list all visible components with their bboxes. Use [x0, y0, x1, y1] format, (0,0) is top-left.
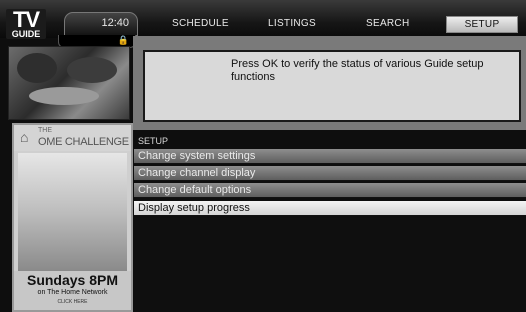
ad-photo: [18, 153, 127, 271]
ad-title-big: OME CHALLENGE: [38, 136, 129, 148]
clock-time: 12:40: [101, 17, 129, 29]
lock-icon: 🔒: [117, 35, 129, 45]
info-panel: Press OK to verify the status of various…: [133, 36, 526, 130]
info-message: Press OK to verify the status of various…: [231, 58, 484, 83]
ad-bottom: Sundays 8PM on The Home Network CLICK HE…: [14, 271, 131, 310]
setup-item-display-progress[interactable]: Display setup progress: [134, 201, 526, 216]
ad-cta[interactable]: CLICK HERE: [14, 299, 131, 305]
tv-guide-logo: TV GUIDE: [6, 7, 46, 39]
info-box: Press OK to verify the status of various…: [143, 50, 521, 122]
ad-network: on The Home Network: [37, 289, 108, 296]
menu-search[interactable]: SEARCH: [366, 18, 409, 29]
setup-item-default-options[interactable]: Change default options: [134, 183, 526, 198]
house-icon: ⌂: [20, 129, 29, 145]
setup-section-label: SETUP: [138, 136, 169, 146]
ad-banner[interactable]: ⌂ THE OME CHALLENGE Sundays 8PM on The H…: [12, 123, 133, 312]
menu-listings[interactable]: LISTINGS: [268, 18, 316, 29]
menu-setup[interactable]: SETUP: [446, 16, 518, 33]
clock-tab: 12:40: [64, 12, 138, 36]
video-preview[interactable]: [8, 46, 130, 120]
menu-schedule[interactable]: SCHEDULE: [172, 18, 229, 29]
ad-schedule: Sundays 8PM: [26, 272, 119, 288]
setup-item-channel-display[interactable]: Change channel display: [134, 166, 526, 181]
logo-guide-text: GUIDE: [11, 29, 41, 39]
empty-list-area: [134, 218, 526, 312]
setup-item-system-settings[interactable]: Change system settings: [134, 149, 526, 164]
ad-title: ⌂ THE OME CHALLENGE: [14, 125, 131, 151]
ad-title-small: THE: [38, 127, 52, 134]
